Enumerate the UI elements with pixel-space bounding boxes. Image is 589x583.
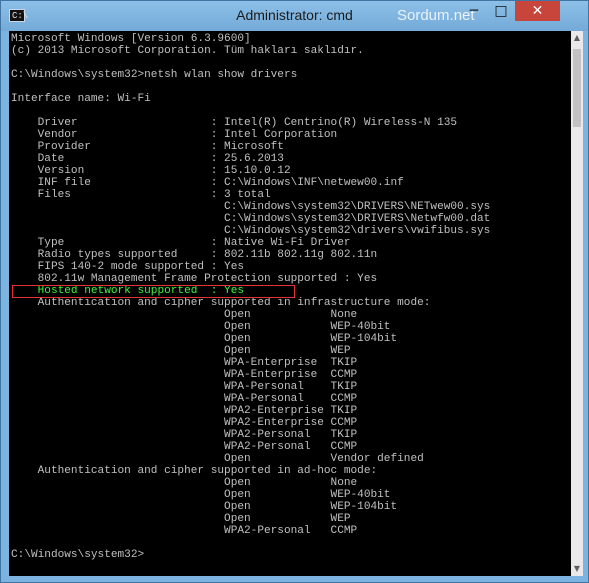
console-area[interactable]: Microsoft Windows [Version 6.3.9600] (c) …: [9, 31, 571, 576]
console-line: Driver : Intel(R) Centrino(R) Wireless-N…: [11, 117, 458, 129]
console-line: Provider : Microsoft: [11, 141, 284, 153]
console-line: Open WEP-104bit: [11, 333, 398, 345]
scrollbar-thumb[interactable]: [573, 49, 581, 127]
console-line: Open None: [11, 477, 358, 489]
console-line: WPA-Enterprise CCMP: [11, 369, 358, 381]
console-line: (c) 2013 Microsoft Corporation. Tüm hakl…: [11, 45, 364, 57]
console-line: C:\Windows\system32>: [11, 549, 145, 561]
hosted-network-highlight: [12, 285, 295, 298]
console-line: Open Vendor defined: [11, 453, 424, 465]
console-line: Open WEP-40bit: [11, 321, 391, 333]
maximize-icon: □: [494, 3, 508, 19]
console-line: WPA2-Enterprise TKIP: [11, 405, 358, 417]
console-line: 802.11w Management Frame Protection supp…: [11, 273, 378, 285]
close-button[interactable]: ✕: [515, 1, 560, 21]
console-line: WPA-Enterprise TKIP: [11, 357, 358, 369]
console-line: FIPS 140-2 mode supported : Yes: [11, 261, 245, 273]
cmd-window: C:\ Administrator: cmd Sordum.net ─ □ ✕ …: [0, 0, 589, 583]
console-line: WPA2-Personal TKIP: [11, 429, 358, 441]
console-line: Radio types supported : 802.11b 802.11g …: [11, 249, 378, 261]
scroll-down-arrow-icon[interactable]: ▼: [571, 562, 583, 576]
console-line: Microsoft Windows [Version 6.3.9600]: [11, 33, 251, 45]
maximize-button[interactable]: □: [488, 1, 514, 21]
title-bar[interactable]: C:\ Administrator: cmd Sordum.net ─ □ ✕: [1, 1, 588, 31]
minimize-button[interactable]: ─: [461, 1, 487, 21]
close-icon: ✕: [531, 3, 544, 19]
console-line: WPA-Personal CCMP: [11, 393, 358, 405]
console-line: Date : 25.6.2013: [11, 153, 284, 165]
console-line: Open None: [11, 309, 358, 321]
console-line: INF file : C:\Windows\INF\netwew00.inf: [11, 177, 404, 189]
console-line: C:\Windows\system32>netsh wlan show driv…: [11, 69, 298, 81]
console-line: WPA2-Personal CCMP: [11, 525, 358, 537]
console-line: C:\Windows\system32\DRIVERS\NETwew00.sys: [11, 201, 491, 213]
console-line: C:\Windows\system32\drivers\vwifibus.sys: [11, 225, 491, 237]
console-line: WPA2-Personal CCMP: [11, 441, 358, 453]
console-line: Open WEP: [11, 513, 351, 525]
console-line: Authentication and cipher supported in i…: [11, 297, 431, 309]
console-line: Authentication and cipher supported in a…: [11, 465, 378, 477]
console-line: Open WEP-40bit: [11, 489, 391, 501]
console-line: WPA2-Enterprise CCMP: [11, 417, 358, 429]
minimize-icon: ─: [469, 3, 479, 19]
scroll-up-arrow-icon[interactable]: ▲: [571, 31, 583, 45]
console-line: Files : 3 total: [11, 189, 271, 201]
vertical-scrollbar[interactable]: ▲ ▼: [571, 31, 583, 576]
console-line: Type : Native Wi-Fi Driver: [11, 237, 351, 249]
console-line: Vendor : Intel Corporation: [11, 129, 338, 141]
console-line: Open WEP: [11, 345, 351, 357]
console-line: Interface name: Wi-Fi: [11, 93, 151, 105]
console-line: Version : 15.10.0.12: [11, 165, 291, 177]
console-line: WPA-Personal TKIP: [11, 381, 358, 393]
console-line: Open WEP-104bit: [11, 501, 398, 513]
console-line: C:\Windows\system32\DRIVERS\Netwfw00.dat: [11, 213, 491, 225]
